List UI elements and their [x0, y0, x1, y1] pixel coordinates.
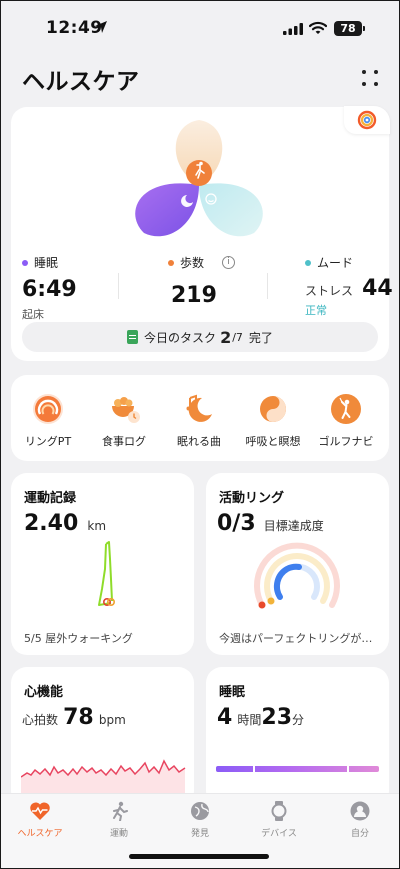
sleep-sub: 起床 [22, 308, 44, 321]
shortcut-breathing[interactable]: 呼吸と瞑想 [237, 394, 309, 449]
shortcut-golf[interactable]: ゴルフナビ [310, 394, 382, 449]
heart-rate-value: 78 [63, 705, 94, 730]
location-arrow-icon [95, 21, 107, 33]
profile-icon [350, 801, 370, 821]
watch-icon [271, 801, 287, 821]
info-icon[interactable]: i [222, 256, 236, 269]
health-petal-chart [135, 120, 263, 237]
sleep-stage-bar [216, 766, 379, 772]
heart-prefix: 心拍数 [22, 713, 59, 727]
activity-rings-gauge [254, 542, 340, 609]
activity-value: 0/3 [217, 511, 256, 536]
divider [118, 273, 119, 299]
shortcuts-card: リングPT 食事ログ 眠れる曲 呼吸と瞑想 ゴルフナビ [11, 375, 389, 461]
steps-label: 歩数 [180, 256, 205, 270]
exercise-unit: km [87, 519, 107, 533]
stress-row: ストレス 44 [305, 276, 393, 301]
heart-function-card[interactable]: 心機能 心拍数 78 bpm [11, 667, 194, 807]
tab-label: ヘルスケア [17, 829, 63, 839]
activity-footer: 今週はパーフェクトリングが… [219, 632, 373, 645]
sleep-stat[interactable]: 睡眠 6:49 起床 [22, 254, 77, 322]
shortcut-label: 食事ログ [102, 435, 146, 448]
breathing-icon [258, 394, 288, 424]
page-title: ヘルスケア [22, 69, 140, 95]
shortcut-label: 眠れる曲 [177, 435, 221, 448]
activity-ring-card[interactable]: 活動リング 0/3 目標達成度 今週はパーフェクトリングが… [206, 473, 389, 655]
activity-ring-badge[interactable] [344, 106, 390, 134]
sleep-card-title: 睡眠 [219, 685, 246, 700]
health-summary-card[interactable]: 睡眠 6:49 起床 歩数 i 219 ムード ストレス 44 正常 今日のタスク… [11, 106, 393, 361]
sleep-card[interactable]: 睡眠 4 時間23分 [206, 667, 389, 807]
tab-healthcare[interactable]: ヘルスケア [5, 801, 75, 839]
tab-devices[interactable]: デバイス [244, 801, 314, 839]
shortcut-ring-pt[interactable]: リングPT [12, 394, 84, 449]
heart-title: 心機能 [24, 685, 64, 700]
exercise-distance: 2.40 [24, 511, 79, 536]
running-icon [113, 801, 128, 821]
mood-dot [305, 259, 311, 266]
activity-rings-icon [357, 110, 377, 130]
steps-stat[interactable]: 歩数 i 219 [168, 254, 236, 308]
shortcut-sleep-music[interactable]: 眠れる曲 [163, 394, 235, 449]
shortcut-label: 呼吸と瞑想 [245, 435, 301, 448]
sleep-hours-unit: 時間 [237, 713, 262, 727]
meal-log-icon [109, 394, 140, 424]
exercise-title: 運動記録 [24, 491, 77, 506]
tab-discover[interactable]: 発見 [165, 801, 235, 839]
sleep-hours: 4 [217, 705, 233, 730]
tab-label: 発見 [190, 829, 209, 839]
exercise-footer: 5/5 屋外ウォーキング [24, 632, 133, 645]
steps-dot [168, 259, 174, 266]
stress-label: ストレス [305, 284, 354, 298]
golf-icon [331, 394, 361, 424]
ring-icon [33, 394, 63, 424]
discover-icon [191, 802, 209, 820]
task-done: 2 [220, 327, 232, 347]
exercise-record-card[interactable]: 運動記録 2.40 km 5/5 屋外ウォーキング [11, 473, 194, 655]
sleep-label: 睡眠 [34, 256, 59, 270]
mood-label: ムード [317, 256, 354, 270]
task-document-icon [127, 330, 139, 344]
shortcut-label: リングPT [24, 435, 72, 448]
sleep-minutes-unit: 分 [292, 713, 305, 727]
task-total: /7 [232, 330, 243, 344]
shortcut-meal-log[interactable]: 食事ログ [88, 394, 160, 449]
tab-exercise[interactable]: 運動 [84, 801, 154, 839]
heart-pulse-icon [30, 802, 50, 820]
shortcut-label: ゴルフナビ [318, 435, 374, 448]
sleep-music-icon [184, 394, 214, 424]
stress-status: 正常 [305, 304, 327, 317]
steps-value: 219 [171, 283, 217, 308]
mood-stat[interactable]: ムード [305, 254, 353, 271]
walking-route-map [98, 541, 115, 606]
task-prefix: 今日のタスク [144, 330, 217, 345]
tab-label: 自分 [350, 829, 369, 839]
wifi-icon [309, 21, 327, 34]
tab-profile[interactable]: 自分 [325, 801, 395, 839]
stress-value: 44 [362, 276, 393, 301]
battery-indicator: 78 [334, 21, 365, 36]
activity-title: 活動リング [219, 491, 285, 506]
sleep-dot [22, 259, 28, 266]
tab-label: 運動 [109, 829, 128, 839]
sleep-value: 6:49 [22, 277, 77, 302]
daily-task-pill[interactable]: 今日のタスク 2 /7 完了 [22, 322, 378, 352]
home-indicator [129, 854, 269, 859]
status-bar: 12:49 78 [0, 0, 400, 56]
tab-label: デバイス [261, 829, 297, 839]
task-suffix: 完了 [248, 330, 273, 345]
heart-unit: bpm [98, 713, 126, 727]
sleep-minutes: 23 [261, 705, 293, 730]
more-options-icon[interactable] [360, 68, 380, 88]
cellular-signal-icon [283, 23, 303, 35]
divider [267, 273, 268, 299]
activity-unit: 目標達成度 [263, 519, 324, 533]
heart-rate-sparkline [21, 759, 186, 797]
